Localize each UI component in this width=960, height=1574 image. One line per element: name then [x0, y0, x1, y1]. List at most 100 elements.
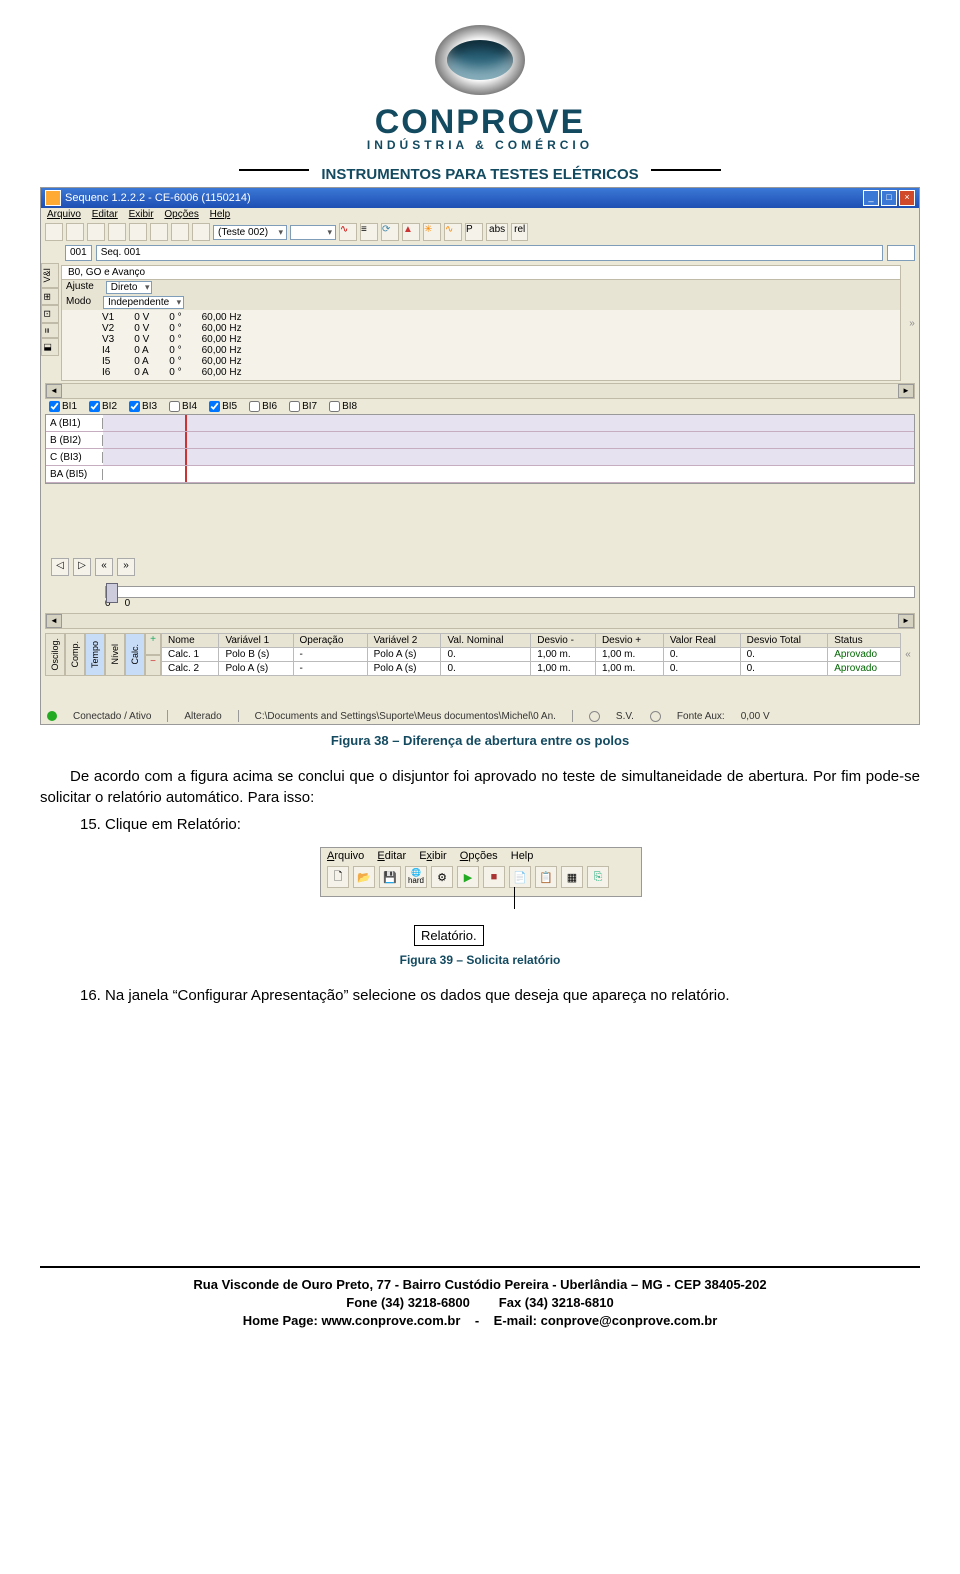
play-icon[interactable]	[150, 223, 168, 241]
seq-number[interactable]: 001	[65, 245, 92, 261]
logo-subtitle: INDÚSTRIA & COMÉRCIO	[40, 138, 920, 152]
menu-exibir[interactable]: Exibir	[129, 209, 154, 220]
bi3-checkbox[interactable]: BI3	[129, 401, 157, 412]
menu-help[interactable]: Help	[210, 209, 231, 220]
page-footer: Rua Visconde de Ouro Preto, 77 - Bairro …	[40, 1266, 920, 1331]
status-path: C:\Documents and Settings\Suporte\Meus d…	[255, 711, 556, 722]
scroll-left-icon[interactable]: ◄	[46, 384, 62, 398]
menu-editar[interactable]: Editar	[92, 209, 118, 220]
play-icon-2[interactable]: ▶	[457, 866, 479, 888]
seq-label[interactable]: Seq. 001	[96, 245, 883, 261]
save-file-icon[interactable]: 💾	[379, 866, 401, 888]
h-scrollbar-mid[interactable]: ◄►	[45, 613, 915, 629]
settings-icon[interactable]: ⚙	[431, 866, 453, 888]
status-sv: S.V.	[616, 711, 634, 722]
wave3-icon[interactable]: ⟳	[381, 223, 399, 241]
stop-icon-2[interactable]: ■	[483, 866, 505, 888]
footer-fax: Fax (34) 3218-6810	[499, 1295, 614, 1310]
results-table: Nome Variável 1 Operação Variável 2 Val.…	[161, 633, 901, 676]
vtab-tempo[interactable]: Tempo	[85, 633, 105, 676]
bi2-checkbox[interactable]: BI2	[89, 401, 117, 412]
banner-title: INSTRUMENTOS PARA TESTES ELÉTRICOS	[321, 166, 638, 183]
new-file-icon[interactable]: 🗋	[327, 866, 349, 888]
report-icon[interactable]	[192, 223, 210, 241]
bi7-checkbox[interactable]: BI7	[289, 401, 317, 412]
stop-icon[interactable]	[171, 223, 189, 241]
footer-phone: Fone (34) 3218-6800	[346, 1295, 470, 1310]
menu2-help[interactable]: Help	[511, 850, 534, 862]
open-icon[interactable]	[66, 223, 84, 241]
step-16: 16. Na janela “Configurar Apresentação” …	[40, 985, 920, 1006]
table-row[interactable]: Calc. 1Polo B (s) -Polo A (s) 0.1,00 m. …	[162, 648, 901, 662]
table-icon[interactable]: ▦	[561, 866, 583, 888]
window-title: Sequenc 1.2.2.2 - CE-6006 (1150214)	[65, 192, 251, 204]
seq-extra[interactable]	[887, 245, 915, 261]
step-fwd-icon[interactable]: ▷	[73, 558, 91, 576]
toolbar: (Teste 002) ∿ ≡ ⟳ ▲ ✳ ∿ P abs rel	[41, 221, 919, 243]
remove-row-icon[interactable]: −	[145, 655, 161, 677]
hard-icon[interactable]: 🌐 hard	[405, 866, 427, 888]
screenshot-toolbar-closeup: Arquivo Editar Exibir Opções Help 🗋 📂 💾 …	[320, 847, 642, 897]
menu2-exibir[interactable]: Exibir	[419, 850, 447, 862]
bi6-checkbox[interactable]: BI6	[249, 401, 277, 412]
save-icon[interactable]	[87, 223, 105, 241]
signal-b-label: B (BI2)	[46, 435, 103, 446]
chart-icon[interactable]: ▲	[402, 223, 420, 241]
time-slider[interactable]: 0 0	[45, 586, 915, 609]
slider-right-value: 0	[125, 598, 131, 609]
menu2-opcoes[interactable]: Opções	[460, 850, 498, 862]
vtab-calc[interactable]: Calc.	[125, 633, 145, 676]
step-back-icon[interactable]: ◁	[51, 558, 69, 576]
collapse-right-icon[interactable]: «	[901, 633, 915, 676]
clipboard-icon[interactable]: 📋	[535, 866, 557, 888]
bi8-checkbox[interactable]: BI8	[329, 401, 357, 412]
label-rel[interactable]: rel	[511, 223, 528, 241]
ajuste-select[interactable]: Direto	[106, 281, 153, 294]
footer-email: E-mail: conprove@conprove.com.br	[494, 1313, 718, 1328]
bi5-checkbox[interactable]: BI5	[209, 401, 237, 412]
results-area: Oscilog. Comp. Tempo Nível Calc. + − Nom…	[45, 633, 915, 676]
app-icon	[45, 190, 61, 206]
export-icon[interactable]: ⎘	[587, 866, 609, 888]
maximize-button[interactable]: □	[881, 190, 897, 206]
wave1-icon[interactable]: ∿	[339, 223, 357, 241]
status-connection-icon	[47, 711, 57, 721]
menu2-arquivo[interactable]: Arquivo	[327, 850, 364, 862]
panel-tab-label[interactable]: B0, GO e Avanço	[62, 266, 900, 280]
screenshot-sequenc-app: Sequenc 1.2.2.2 - CE-6006 (1150214) _ □ …	[40, 187, 920, 725]
open-file-icon[interactable]: 📂	[353, 866, 375, 888]
vtab-nivel[interactable]: Nível	[105, 633, 125, 676]
status-altered: Alterado	[184, 711, 221, 722]
ffwd-icon[interactable]: »	[117, 558, 135, 576]
add-row-icon[interactable]: +	[145, 633, 161, 655]
new-icon[interactable]	[45, 223, 63, 241]
wave-selector[interactable]	[290, 225, 336, 240]
test-selector[interactable]: (Teste 002)	[213, 225, 287, 240]
label-abs[interactable]: abs	[486, 223, 508, 241]
scroll-right-icon[interactable]: ►	[898, 384, 914, 398]
close-button[interactable]: ×	[899, 190, 915, 206]
vtab-comp[interactable]: Comp.	[65, 633, 85, 676]
bi4-checkbox[interactable]: BI4	[169, 401, 197, 412]
rewind-icon[interactable]: «	[95, 558, 113, 576]
status-fonte-value: 0,00 V	[741, 711, 770, 722]
h-scrollbar-top[interactable]: ◄ ►	[45, 383, 915, 399]
modo-select[interactable]: Independente	[103, 296, 184, 309]
minimize-button[interactable]: _	[863, 190, 879, 206]
sine-icon[interactable]: ∿	[444, 223, 462, 241]
report-icon[interactable]: 📄	[509, 866, 531, 888]
table-row[interactable]: Calc. 2Polo A (s) -Polo A (s) 0.1,00 m. …	[162, 662, 901, 676]
hardware-icon[interactable]	[108, 223, 126, 241]
expand-right-icon[interactable]: »	[905, 263, 919, 383]
bi1-checkbox[interactable]: BI1	[49, 401, 77, 412]
vtab-oscilog[interactable]: Oscilog.	[45, 633, 65, 676]
menu2-editar[interactable]: Editar	[377, 850, 406, 862]
paragraph-1: De acordo com a figura acima se conclui …	[40, 766, 920, 808]
menu-arquivo[interactable]: Arquivo	[47, 209, 81, 220]
menu-opcoes[interactable]: Opções	[164, 209, 198, 220]
phasor-icon[interactable]: ✳	[423, 223, 441, 241]
wave2-icon[interactable]: ≡	[360, 223, 378, 241]
status-connection: Conectado / Ativo	[73, 711, 151, 722]
config-icon[interactable]	[129, 223, 147, 241]
p-icon[interactable]: P	[465, 223, 483, 241]
